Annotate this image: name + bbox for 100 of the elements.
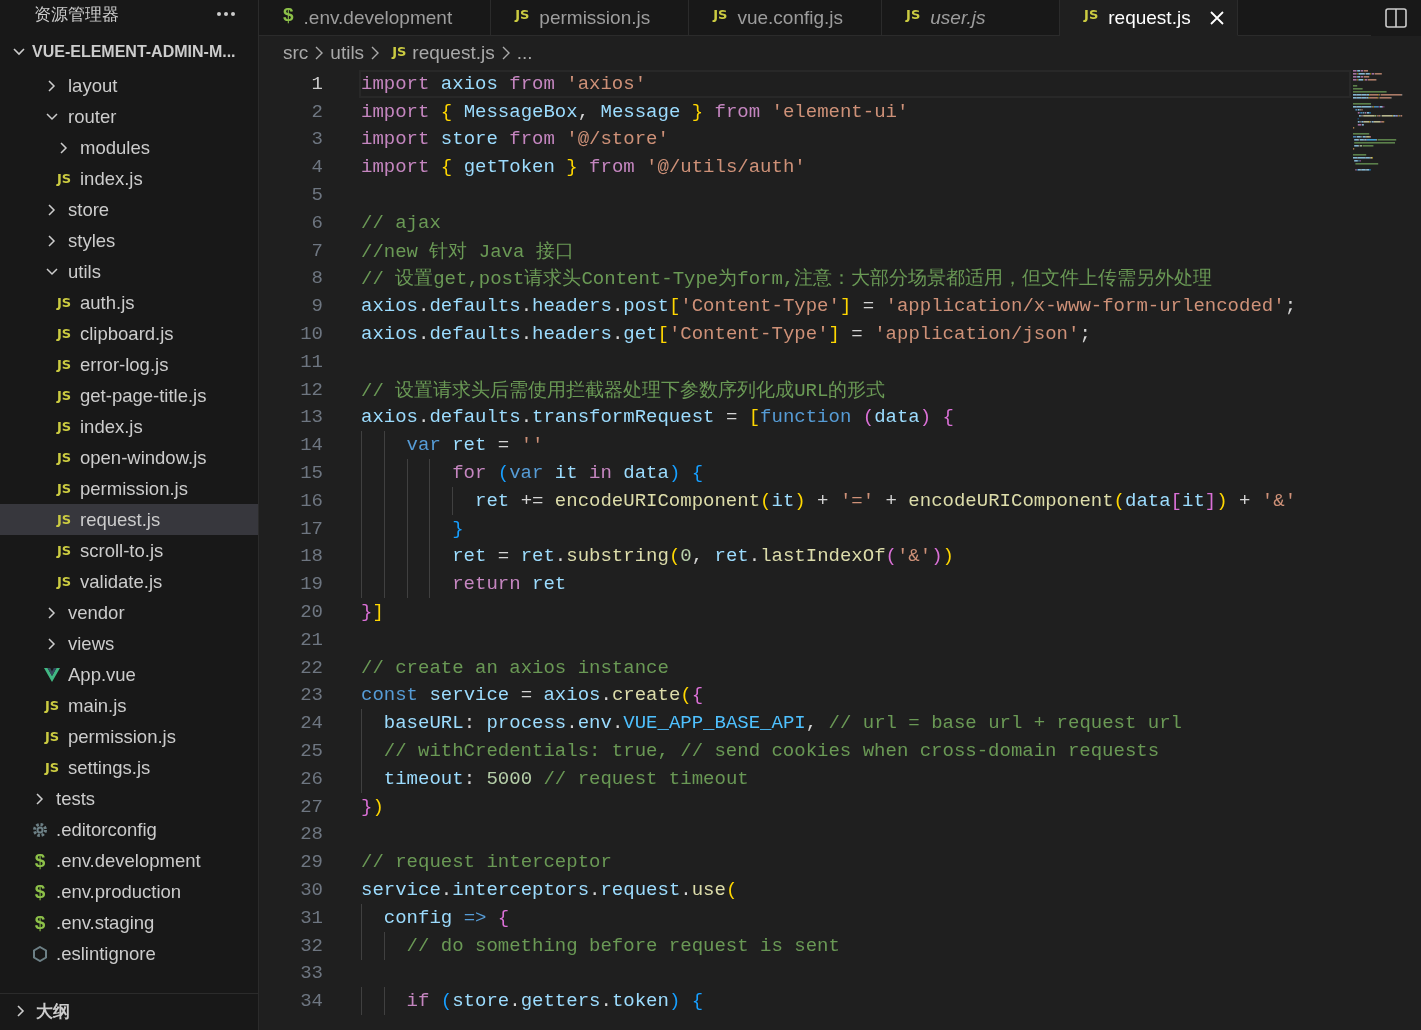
chevron-icon xyxy=(370,45,381,61)
line-number: 26 xyxy=(299,767,323,790)
line-number: 30 xyxy=(299,879,323,901)
explorer-title: 资源管理器 xyxy=(34,3,119,26)
tree-item[interactable]: JS open-window.js xyxy=(0,442,258,473)
js-file-icon: JS xyxy=(56,326,72,341)
editor-tab[interactable]: $ .env.development xyxy=(259,0,492,36)
line-number: 32 xyxy=(299,934,323,957)
tree-item[interactable]: tests xyxy=(0,783,258,814)
tree-item[interactable]: JS index.js xyxy=(0,163,258,194)
tree-item[interactable]: vendor xyxy=(0,597,258,628)
dollar-file-icon: $ xyxy=(283,3,294,26)
line-number: 23 xyxy=(299,684,323,707)
js-file-icon: JS xyxy=(906,7,921,22)
line-number: 15 xyxy=(299,462,323,485)
line-number: 29 xyxy=(299,851,323,874)
line-number: 34 xyxy=(299,990,323,1013)
line-number: 12 xyxy=(299,378,323,401)
breadcrumb-item[interactable]: request.js xyxy=(412,42,495,64)
tree-item[interactable]: $ .env.staging xyxy=(0,907,258,938)
tree-item[interactable]: JS get-page-title.js xyxy=(0,380,258,411)
outline-section-header[interactable]: 大纲 xyxy=(0,993,258,1028)
code-line: timeout: 5000 // request timeout xyxy=(383,767,749,790)
tree-item[interactable]: JS request.js xyxy=(0,504,258,535)
tree-item[interactable]: JS auth.js xyxy=(0,287,258,318)
code-line: // ajax xyxy=(361,211,441,234)
js-file-icon: JS xyxy=(56,357,72,372)
tree-item[interactable]: .eslintignore xyxy=(0,938,258,969)
code-line: axios.defaults.headers.get['Content-Type'] = 'application/json'; xyxy=(361,323,1091,346)
tree-item[interactable]: JS scroll-to.js xyxy=(0,535,258,566)
tree-item[interactable]: store xyxy=(0,194,258,225)
tree-item[interactable]: JS validate.js xyxy=(0,566,258,597)
line-number: 19 xyxy=(299,573,323,596)
more-icon[interactable] xyxy=(216,11,236,17)
line-number: 24 xyxy=(299,712,323,735)
line-number: 16 xyxy=(299,489,323,512)
breadcrumb-item[interactable]: src xyxy=(283,42,309,64)
breadcrumb-item[interactable]: ... xyxy=(516,42,533,64)
js-file-icon: JS xyxy=(56,512,72,527)
code-line: // 设置请求头后需使用拦截器处理下参数序列化成URL的形式 xyxy=(361,378,886,403)
project-folder-header[interactable]: VUE-ELEMENT-ADMIN-M... xyxy=(0,34,258,70)
tree-item[interactable]: $ .env.development xyxy=(0,845,258,876)
code-line: baseURL: process.env.VUE_APP_BASE_API, // url = base url + request url xyxy=(383,712,1182,735)
line-number: 17 xyxy=(299,517,323,540)
line-number: 2 xyxy=(310,100,323,123)
line-number: 27 xyxy=(299,795,323,818)
tree-item[interactable]: modules xyxy=(0,132,258,163)
breadcrumb-item[interactable]: utils xyxy=(330,42,365,64)
line-number: 13 xyxy=(299,406,323,429)
code-line: } xyxy=(452,517,464,540)
line-number: 7 xyxy=(310,239,323,262)
line-number: 28 xyxy=(299,823,323,846)
editor-tab[interactable]: JS vue.config.js xyxy=(689,0,883,36)
tree-item[interactable]: App.vue xyxy=(0,659,258,690)
line-number: 10 xyxy=(299,323,323,346)
js-file-icon: JS xyxy=(56,574,72,589)
code-line: //new 针对 Java 接口 xyxy=(361,239,574,264)
tree-item[interactable]: layout xyxy=(0,70,258,101)
line-number: 31 xyxy=(299,906,323,929)
editor-tab[interactable]: JS permission.js xyxy=(491,0,690,36)
chevron-icon xyxy=(314,45,325,61)
tree-item[interactable]: JS permission.js xyxy=(0,721,258,752)
tree-item[interactable]: utils xyxy=(0,256,258,287)
js-file-icon: JS xyxy=(56,481,72,496)
code-line: // request interceptor xyxy=(361,851,612,874)
line-number: 11 xyxy=(299,350,323,373)
tree-item[interactable]: JS permission.js xyxy=(0,473,258,504)
code-line: import store from '@/store' xyxy=(361,128,669,151)
js-file-icon: JS xyxy=(56,450,72,465)
js-file-icon: JS xyxy=(44,698,60,713)
line-number: 3 xyxy=(310,128,323,151)
tree-item[interactable]: views xyxy=(0,628,258,659)
tree-item[interactable]: JS settings.js xyxy=(0,752,258,783)
hexagon-icon xyxy=(32,945,48,962)
tree-item[interactable]: JS index.js xyxy=(0,411,258,442)
line-number: 9 xyxy=(310,295,323,318)
code-line: axios.defaults.headers.post['Content-Type'] = 'application/x-www-form-urlencoded'; xyxy=(361,295,1297,318)
split-editor-icon[interactable] xyxy=(1385,8,1407,28)
editor-tab[interactable]: JS request.js xyxy=(1060,0,1239,36)
line-number: 25 xyxy=(299,740,323,762)
line-number: 6 xyxy=(310,211,323,234)
dollar-file-icon: $ xyxy=(32,911,48,934)
line-number: 33 xyxy=(299,962,323,985)
code-line: for (var it in data) { xyxy=(452,462,704,485)
tree-item[interactable]: .editorconfig xyxy=(0,814,258,845)
code-line: const service = axios.create({ xyxy=(361,684,704,707)
code-line: ret += encodeURIComponent(it) + '=' + encodeURIComponent(data[it]) + '&' xyxy=(475,489,1297,512)
tree-item[interactable]: JS clipboard.js xyxy=(0,318,258,349)
tree-item[interactable]: $ .env.production xyxy=(0,876,258,907)
tree-item[interactable]: JS main.js xyxy=(0,690,258,721)
tree-item[interactable]: router xyxy=(0,101,258,132)
js-file-icon: JS xyxy=(1084,7,1099,22)
line-number: 4 xyxy=(310,156,323,179)
close-icon[interactable] xyxy=(1208,9,1225,26)
line-number: 22 xyxy=(299,656,323,679)
editor-tab[interactable]: JS user.js xyxy=(882,0,1061,36)
line-number: 20 xyxy=(299,601,323,624)
tree-item[interactable]: styles xyxy=(0,225,258,256)
js-file-icon: JS xyxy=(44,760,60,775)
tree-item[interactable]: JS error-log.js xyxy=(0,349,258,380)
